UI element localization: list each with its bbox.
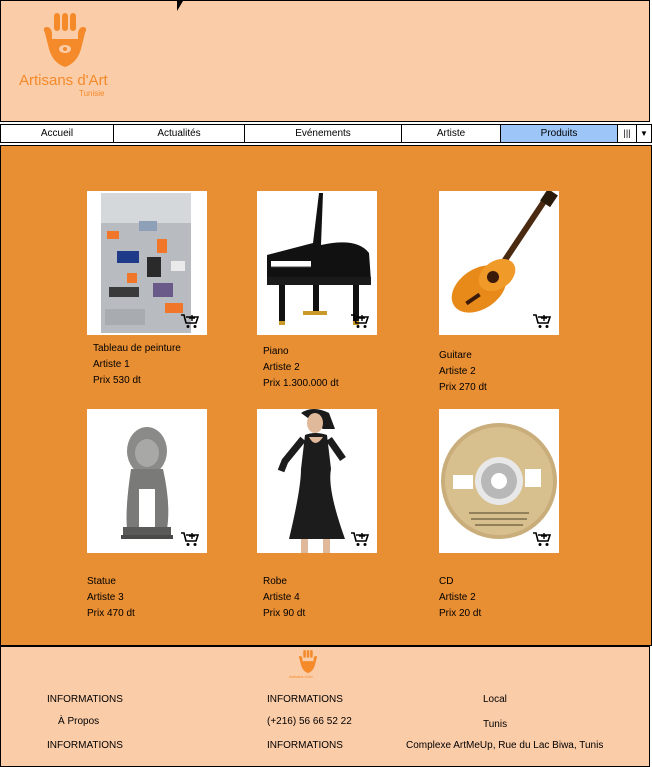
product-name: Guitare (439, 350, 472, 361)
brand-name: Artisans d'Art (19, 72, 108, 89)
product-image-piano[interactable] (257, 191, 377, 335)
product-price: Prix 270 dt (439, 382, 487, 393)
footer-hamsa-icon (298, 650, 318, 674)
product-artist: Artiste 3 (87, 592, 124, 603)
add-to-cart-icon[interactable] (533, 313, 551, 329)
footer-local-label: Local (483, 694, 507, 705)
product-image-painting[interactable] (87, 191, 207, 335)
product-artist: Artiste 4 (263, 592, 300, 603)
footer-address: Complexe ArtMeUp, Rue du Lac Biwa, Tunis (406, 740, 604, 751)
footer-link-informations[interactable]: INFORMATIONS (47, 694, 123, 705)
footer: Artisans d'Art INFORMATIONS À Propos INF… (0, 646, 650, 767)
nav-item-accueil[interactable]: Accueil (0, 124, 114, 143)
chevron-down-icon[interactable]: ▼ (636, 124, 652, 143)
product-name: Robe (263, 576, 287, 587)
product-price: Prix 1.300.000 dt (263, 378, 339, 389)
product-name: Piano (263, 346, 289, 357)
add-to-cart-icon[interactable] (533, 531, 551, 547)
add-to-cart-icon[interactable] (351, 531, 369, 547)
footer-link-a-propos[interactable]: À Propos (58, 716, 99, 727)
product-image-dress[interactable] (257, 409, 377, 553)
nav-item-produits[interactable]: Produits (500, 124, 618, 143)
product-name: CD (439, 576, 454, 587)
product-artist: Artiste 2 (263, 362, 300, 373)
brand-subtitle: Tunisie (79, 89, 105, 98)
footer-phone: (+216) 56 66 52 22 (267, 716, 352, 727)
header-notch (177, 1, 183, 11)
footer-city: Tunis (483, 719, 508, 730)
product-price: Prix 90 dt (263, 608, 306, 619)
product-price: Prix 20 dt (439, 608, 482, 619)
product-name: Statue (87, 576, 116, 587)
product-image-cd[interactable] (439, 409, 559, 553)
add-to-cart-icon[interactable] (351, 313, 369, 329)
footer-link-informations[interactable]: INFORMATIONS (267, 694, 343, 705)
footer-link-informations[interactable]: INFORMATIONS (47, 740, 123, 751)
footer-link-informations[interactable]: INFORMATIONS (267, 740, 343, 751)
nav-item-artiste[interactable]: Artiste (401, 124, 501, 143)
add-to-cart-icon[interactable] (181, 531, 199, 547)
product-price: Prix 530 dt (93, 375, 141, 386)
nav-item-evenements[interactable]: Evénements (244, 124, 402, 143)
product-artist: Artiste 1 (93, 359, 130, 370)
product-artist: Artiste 2 (439, 592, 476, 603)
hamsa-hand-icon (43, 13, 87, 67)
main-nav: Accueil Actualités Evénements Artiste Pr… (0, 124, 652, 143)
nav-item-actualites[interactable]: Actualités (113, 124, 245, 143)
product-image-statue[interactable] (87, 409, 207, 553)
products-section: Tableau de peinture Artiste 1 Prix 530 d… (0, 145, 652, 646)
grid-menu-icon[interactable]: ||| (617, 124, 637, 143)
header: Artisans d'Art Tunisie (0, 0, 650, 122)
product-price: Prix 470 dt (87, 608, 135, 619)
product-image-guitar[interactable] (439, 191, 559, 335)
add-to-cart-icon[interactable] (181, 313, 199, 329)
product-name: Tableau de peinture (93, 343, 181, 354)
product-artist: Artiste 2 (439, 366, 476, 377)
footer-brand-name: Artisans d'Art (289, 674, 313, 679)
